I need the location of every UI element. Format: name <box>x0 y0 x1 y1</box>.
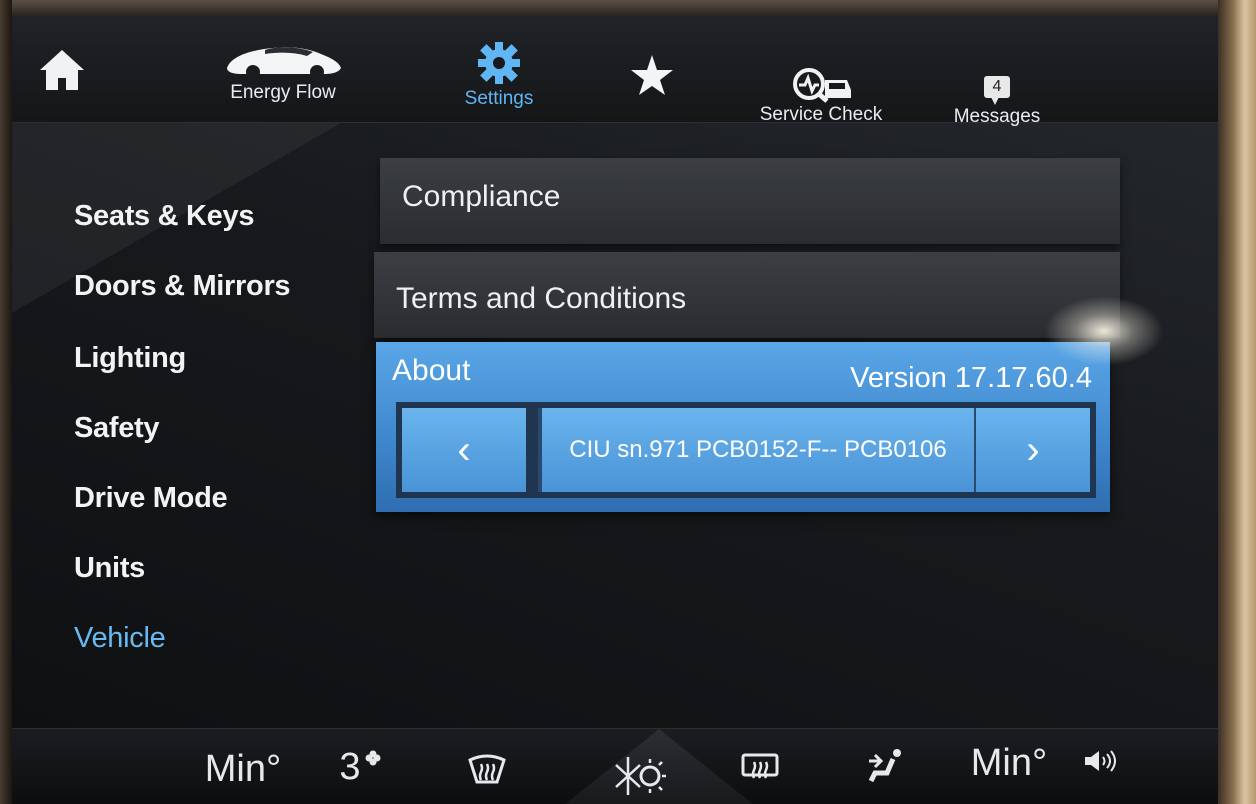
nav-settings-label: Settings <box>464 88 534 109</box>
service-check-icon <box>793 68 851 103</box>
about-title: About <box>392 354 471 387</box>
rear-defrost-icon <box>741 753 779 779</box>
speaker-icon <box>1085 750 1116 772</box>
terms-label: Terms and Conditions <box>396 282 687 315</box>
sidebar-item-lighting[interactable]: Lighting <box>74 342 186 375</box>
serial-number: CIU sn.971 PCB0152-F-- PCB0106 <box>538 408 978 492</box>
about-panel: About Version 17.17.60.4 ‹ CIU sn.971 PC… <box>376 342 1110 512</box>
gear-icon <box>478 42 520 84</box>
nav-settings[interactable]: Settings <box>444 40 554 110</box>
about-carousel: ‹ CIU sn.971 PCB0152-F-- PCB0106 › <box>396 402 1096 498</box>
climate-bar: Min° 3 Min° <box>12 728 1218 804</box>
bezel-top <box>0 0 1256 16</box>
chevron-left-icon: ‹ <box>457 427 471 472</box>
air-distribution-button[interactable] <box>860 741 910 791</box>
sidebar-item-safety[interactable]: Safety <box>74 412 160 445</box>
screen: Energy Flow Settings Service Check 4 Mes… <box>12 16 1218 804</box>
sidebar-item-vehicle[interactable]: Vehicle <box>74 622 166 655</box>
max-ac-control[interactable] <box>608 751 672 801</box>
sidebar-item-drive-mode[interactable]: Drive Mode <box>74 482 228 515</box>
volume-button[interactable] <box>1080 741 1120 781</box>
next-button[interactable]: › <box>976 408 1090 492</box>
compliance-row[interactable]: Compliance <box>380 158 1120 244</box>
bezel-left <box>0 0 12 804</box>
rear-defrost-button[interactable] <box>736 747 784 791</box>
home-button[interactable] <box>36 46 88 94</box>
fan-speed-value: 3 <box>339 745 361 788</box>
nav-favorites[interactable] <box>628 54 676 96</box>
top-navigation: Energy Flow Settings Service Check 4 Mes… <box>12 16 1218 127</box>
sidebar-item-units[interactable]: Units <box>74 552 145 585</box>
star-icon <box>631 55 673 95</box>
nav-messages[interactable]: 4 Messages <box>942 76 1052 128</box>
nav-energy-flow-label: Energy Flow <box>230 82 336 103</box>
nav-service-check-label: Service Check <box>759 104 883 125</box>
car-icon <box>227 47 341 79</box>
nav-energy-flow[interactable]: Energy Flow <box>208 38 358 104</box>
front-defrost-button[interactable] <box>464 747 510 791</box>
compliance-label: Compliance <box>402 180 561 213</box>
left-temperature[interactable]: Min° <box>198 743 288 795</box>
sidebar-item-doors-mirrors[interactable]: Doors & Mirrors <box>74 270 291 303</box>
bezel-right <box>1218 0 1256 804</box>
previous-button[interactable]: ‹ <box>402 408 526 492</box>
nav-service-check[interactable]: Service Check <box>746 66 896 126</box>
sidebar-item-seats-keys[interactable]: Seats & Keys <box>74 200 254 233</box>
chevron-right-icon: › <box>1026 427 1040 472</box>
fan-speed-control[interactable]: 3 <box>330 741 390 793</box>
terms-row[interactable]: Terms and Conditions <box>374 252 1120 338</box>
message-count-icon: 4 <box>984 76 1010 105</box>
home-icon <box>40 50 84 90</box>
fan-icon <box>365 750 381 766</box>
screen-glare <box>1044 296 1164 366</box>
right-temperature[interactable]: Min° <box>964 737 1054 789</box>
snowflake-sun-icon <box>615 757 666 795</box>
front-defrost-icon <box>468 754 506 784</box>
about-version: Version 17.17.60.4 <box>850 362 1092 394</box>
seat-airflow-icon <box>868 749 901 783</box>
nav-messages-label: Messages <box>953 106 1041 127</box>
